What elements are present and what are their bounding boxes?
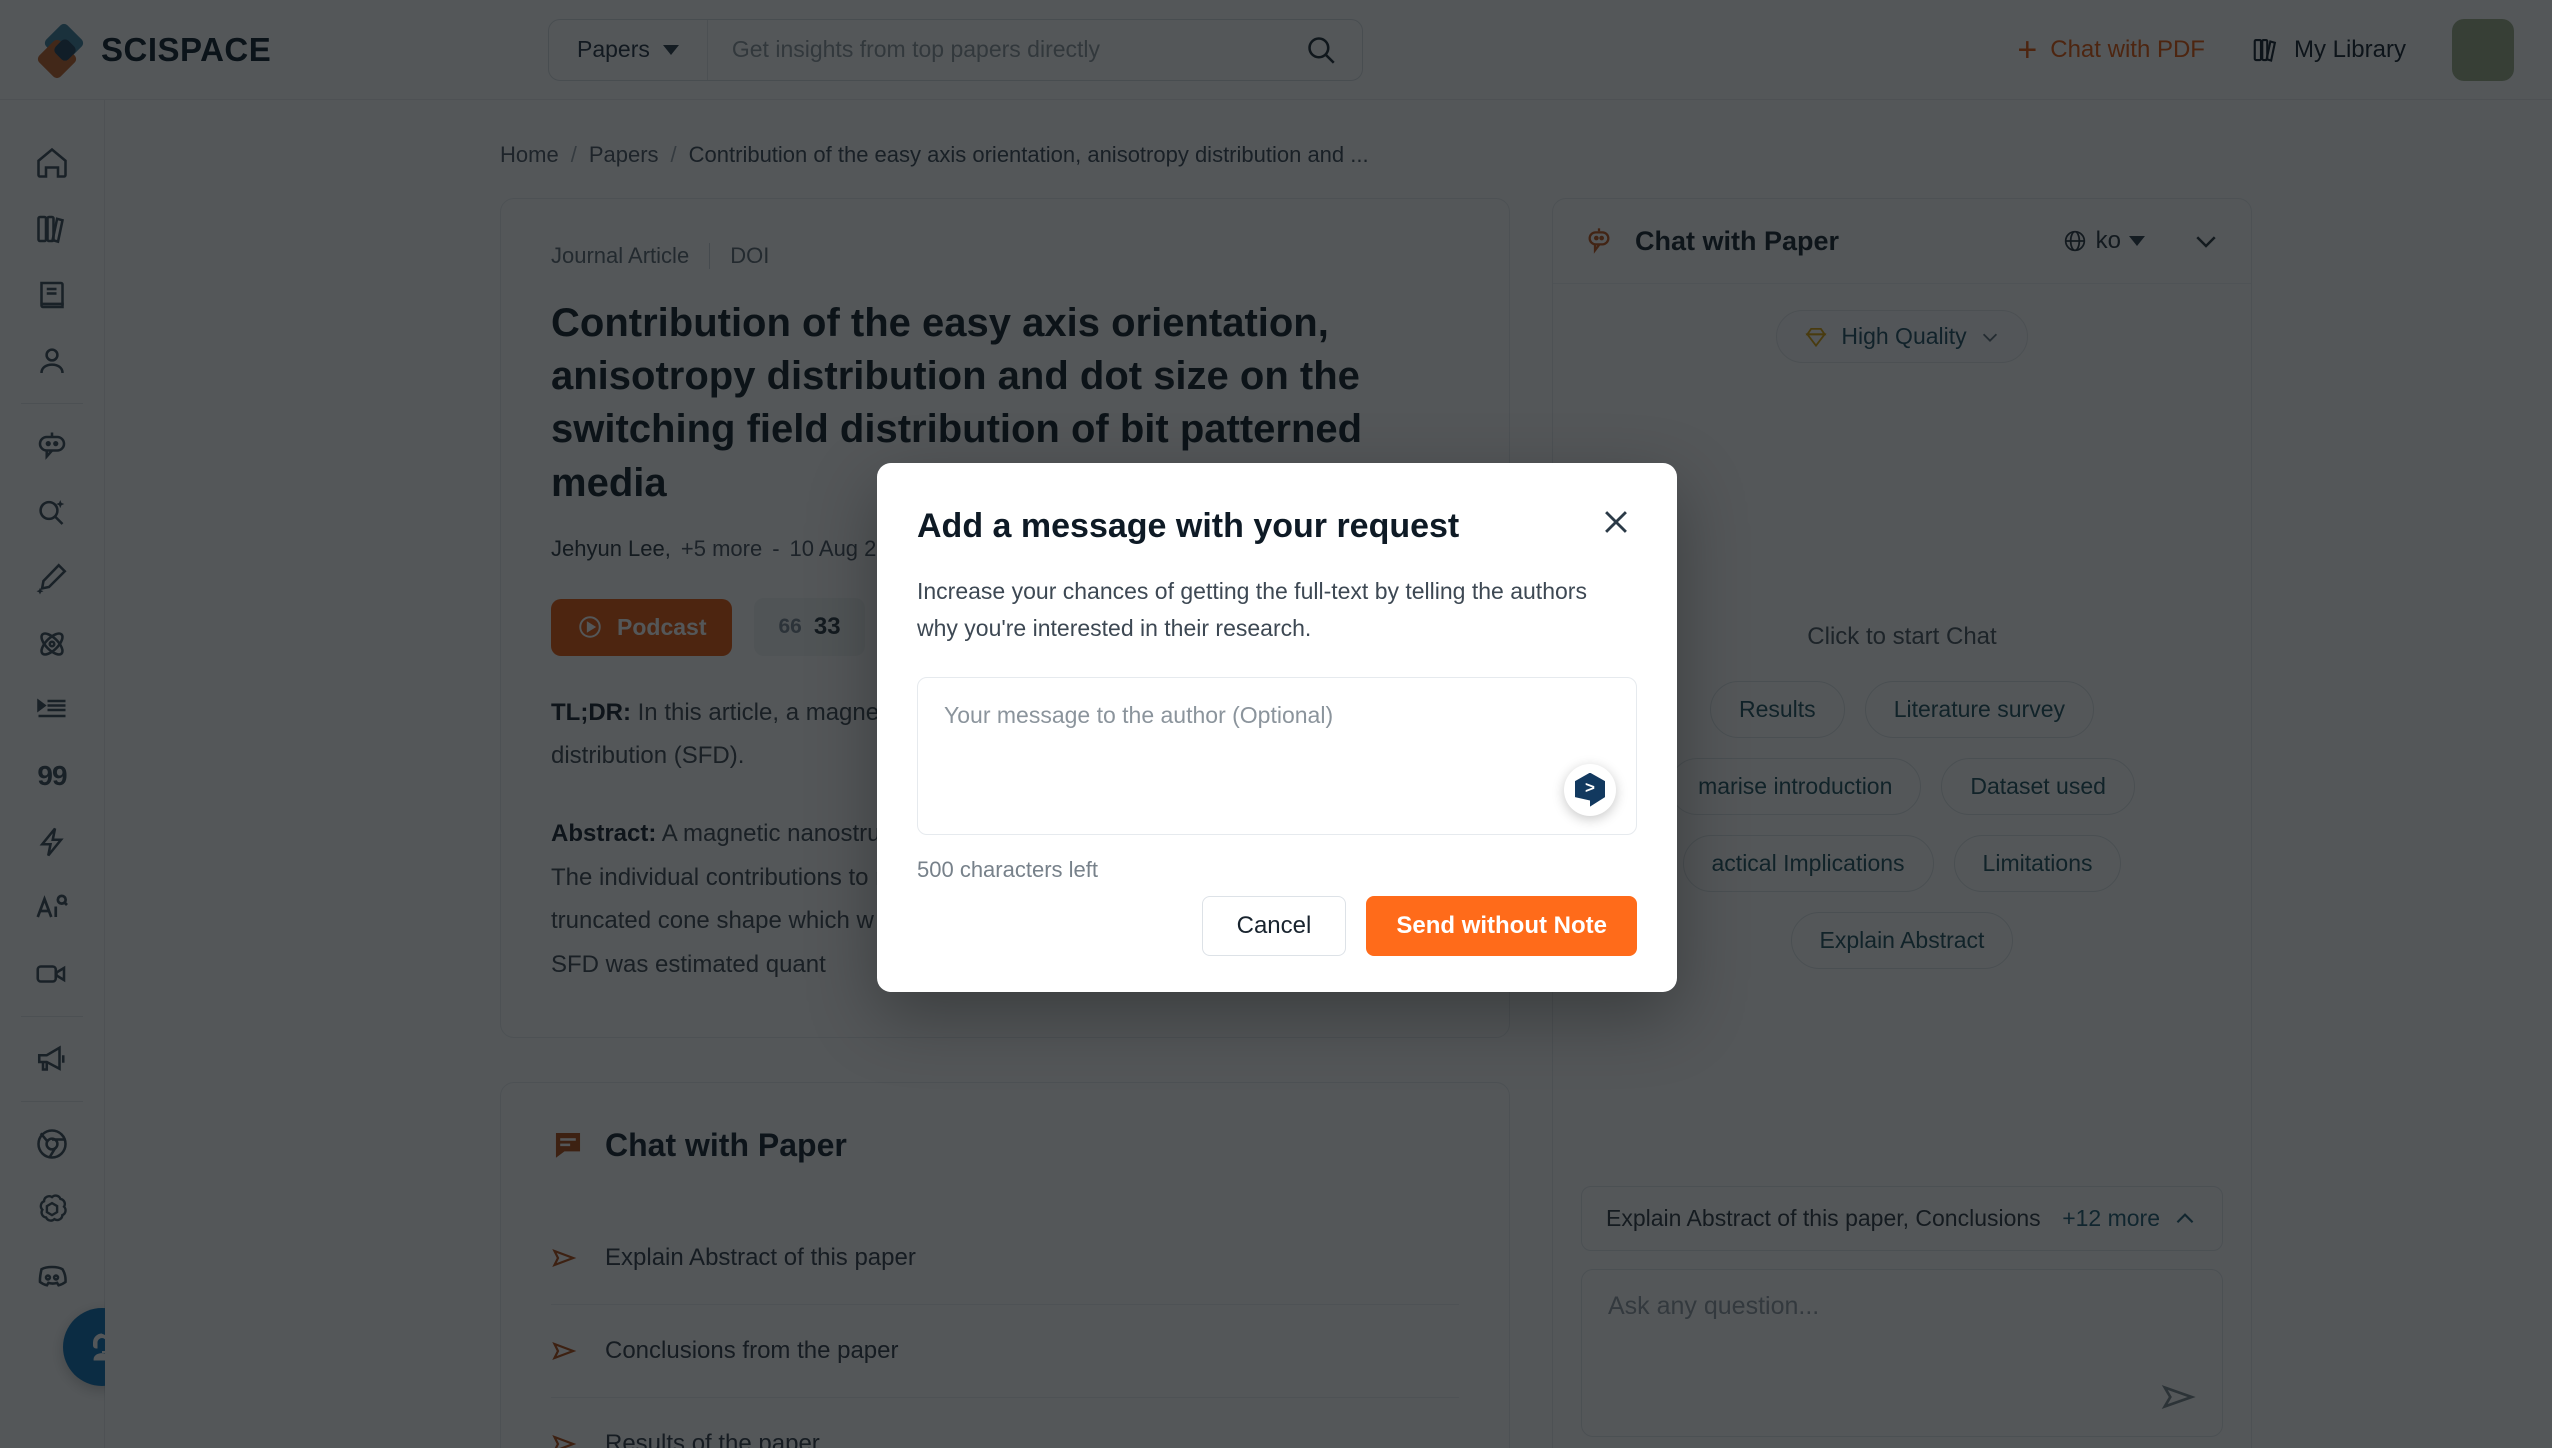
add-message-modal: Add a message with your request Increase…	[877, 463, 1677, 992]
send-without-note-button[interactable]: Send without Note	[1366, 896, 1637, 956]
scispace-badge-icon	[1564, 763, 1616, 816]
message-placeholder: Your message to the author (Optional)	[944, 701, 1334, 728]
character-counter: 500 characters left	[917, 856, 1098, 882]
modal-actions: Cancel Send without Note	[917, 896, 1637, 956]
close-button[interactable]	[1595, 501, 1637, 543]
cancel-button[interactable]: Cancel	[1201, 896, 1347, 956]
modal-title: Add a message with your request	[917, 507, 1460, 545]
modal-subtitle: Increase your chances of getting the ful…	[917, 578, 1587, 641]
message-textarea[interactable]: Your message to the author (Optional)	[917, 676, 1637, 835]
close-icon	[1605, 511, 1627, 533]
